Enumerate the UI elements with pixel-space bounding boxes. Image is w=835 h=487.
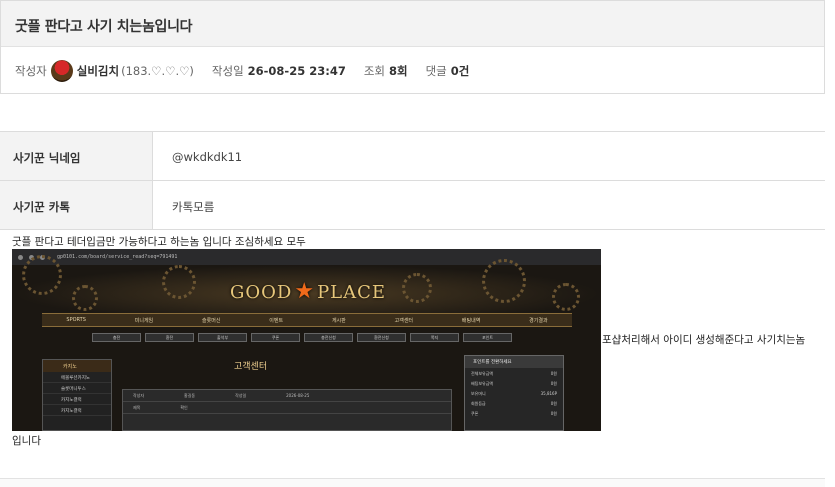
info-row-nickname: 사기꾼 닉네임 @wkdkdk11 [0, 132, 825, 181]
site-sub-button: 충전 [92, 333, 141, 342]
site-sidebar-item: 슬롯머니투스 [43, 383, 111, 394]
scammer-info-table: 사기꾼 닉네임 @wkdkdk11 사기꾼 카톡 카톡모름 [0, 131, 825, 230]
views-label: 조회 [363, 63, 385, 78]
site-center-row: 작성자 홍길동 작성일 2026-08-25 [123, 390, 451, 402]
site-right-row: 전체보유금액 0원 [471, 371, 557, 376]
site-nav: SPORTS 미니게임 슬롯머신 이벤트 게시판 고객센터 배팅내역 경기결과 [42, 313, 572, 327]
site-right-row: 배팅보유금액 0원 [471, 381, 557, 386]
site-nav-item: 경기결과 [529, 317, 548, 324]
post-body-line: 굿플 판다고 테더입금만 가능하다고 하는놈 입니다 조심하세요 모두 [12, 236, 306, 248]
site-center-row: 제목 확인 [123, 402, 451, 414]
site-center-title: 고객센터 [234, 362, 268, 372]
info-value: @wkdkdk11 [172, 150, 243, 164]
info-value: 카톡모름 [172, 200, 215, 214]
site-right-title: 포인트를 전환하세요 [465, 356, 563, 368]
site-nav-item: 미니게임 [134, 317, 154, 324]
site-sub-button: 쿠폰 [251, 333, 300, 342]
site-sidebar: 카지노 에볼루션카지노 슬롯머니투스 카지노갤럭 카지노갤럭 [42, 359, 112, 431]
site-sub-button: 출석부 [198, 333, 247, 342]
site-sidebar-item: 에볼루션카지노 [43, 372, 111, 383]
site-nav-item: 이벤트 [269, 317, 284, 324]
post-body-line: 포샵처리해서 아이디 생성해준다고 사기치는놈 [602, 334, 806, 346]
author-avatar-icon[interactable] [50, 59, 73, 82]
date-value: 26-08-25 23:47 [247, 63, 346, 78]
author-name[interactable]: 실비김치 [77, 63, 119, 79]
site-nav-item: 슬롯머신 [202, 317, 221, 324]
post-header: 굿플 판다고 사기 치는놈입니다 작성자 실비김치 (183.♡.♡.♡) 작성… [0, 0, 825, 94]
info-key: 사기꾼 닉네임 [0, 132, 153, 180]
post-body-line: 입니다 [12, 435, 41, 447]
site-right-row: 회원등급 0원 [471, 401, 557, 406]
site-banner: GOOD★ PLACE [12, 255, 601, 313]
site-nav-item: SPORTS [66, 317, 86, 323]
site-sub-nav: 충전 환전 출석부 쿠폰 충전신청 환전신청 쪽지 포인트 [92, 333, 512, 343]
post-title-bar: 굿플 판다고 사기 치는놈입니다 [1, 1, 824, 47]
site-sub-button: 환전신청 [357, 333, 406, 342]
comments-value: 0건 [450, 63, 470, 78]
date-label: 작성일 [211, 63, 244, 78]
views-value: 8회 [389, 63, 408, 78]
info-row-kakao: 사기꾼 카톡 카톡모름 [0, 181, 825, 230]
site-sub-button: 포인트 [463, 333, 512, 342]
site-sub-button: 충전신청 [304, 333, 353, 342]
author-label: 작성자 [15, 63, 47, 78]
site-center-panel: 작성자 홍길동 작성일 2026-08-25 제목 확인 [122, 389, 452, 431]
site-right-panel: 포인트를 전환하세요 전체보유금액 0원 배팅보유금액 0원 보유머니 35,816P… [464, 355, 564, 431]
site-sidebar-item: 카지노갤럭 [43, 405, 111, 416]
site-nav-item: 고객센터 [394, 317, 414, 324]
site-right-row: 보유머니 35,816P [471, 391, 557, 396]
star-icon: ★ [294, 279, 316, 304]
info-key: 사기꾼 카톡 [0, 181, 153, 229]
comments-label: 댓글 [425, 63, 447, 78]
author-ip: (183.♡.♡.♡) [121, 63, 194, 78]
site-sub-button: 환전 [145, 333, 194, 342]
site-logo: GOOD★ PLACE [230, 279, 387, 304]
site-sidebar-item: 카지노갤럭 [43, 394, 111, 405]
post-title: 굿플 판다고 사기 치는놈입니다 [15, 19, 193, 35]
site-sub-button: 쪽지 [410, 333, 459, 342]
site-nav-item: 게시판 [331, 317, 346, 324]
browser-url: gp0101.com/board/service_read?seq=791491 [57, 254, 178, 260]
attached-screenshot[interactable]: gp0101.com/board/service_read?seq=791491… [12, 249, 601, 431]
site-sidebar-title: 카지노 [43, 360, 111, 372]
section-divider [0, 478, 825, 487]
site-right-row: 쿠폰 0원 [471, 411, 557, 416]
site-nav-item: 배팅내역 [461, 317, 481, 324]
post-meta: 작성자 실비김치 (183.♡.♡.♡) 작성일 26-08-25 23:47 … [1, 47, 824, 94]
